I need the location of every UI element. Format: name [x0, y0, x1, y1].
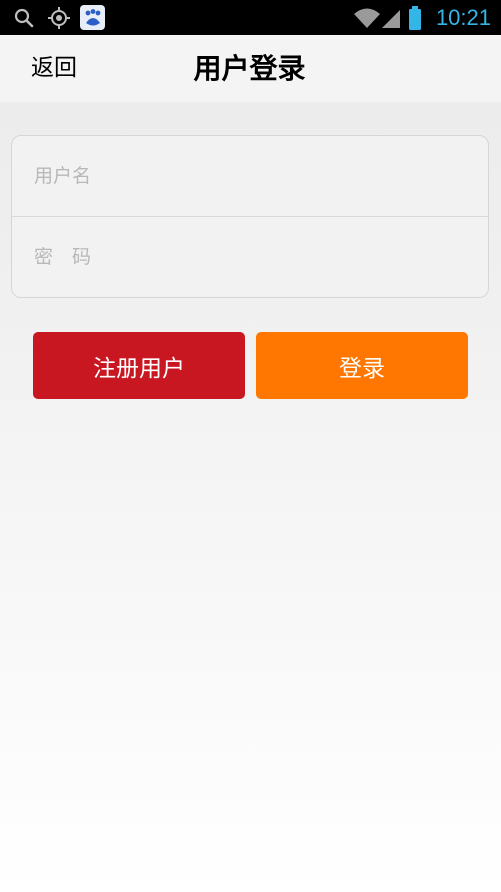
username-field[interactable]: [12, 136, 488, 216]
clock: 10:21: [435, 5, 491, 30]
title-bar: 用户登录 返回: [0, 35, 501, 102]
register-button[interactable]: 注册用户: [33, 332, 245, 399]
wifi-icon: [352, 0, 382, 35]
login-button[interactable]: 登录: [256, 332, 468, 399]
password-input[interactable]: [34, 246, 464, 268]
password-field[interactable]: [12, 217, 488, 297]
back-button[interactable]: 返回: [31, 35, 77, 102]
search-icon: [12, 0, 36, 35]
battery-icon: [406, 0, 424, 35]
status-bar: 10:21: [0, 0, 501, 35]
gps-icon: [46, 0, 72, 35]
username-input[interactable]: [34, 165, 464, 187]
baidu-app-icon: [80, 5, 105, 30]
signal-icon: [380, 0, 402, 35]
login-form: [11, 135, 489, 298]
